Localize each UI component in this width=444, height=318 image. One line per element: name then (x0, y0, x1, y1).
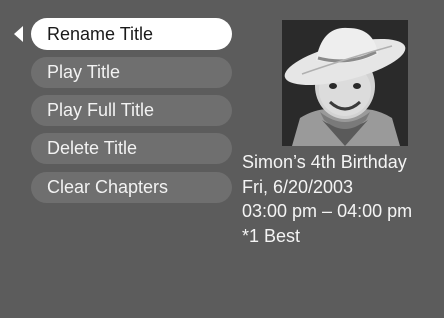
menu-item-play-title[interactable]: Play Title (31, 57, 232, 88)
title-time-range: 03:00 pm – 04:00 pm (242, 201, 413, 221)
selection-pointer-icon (14, 26, 23, 42)
menu-item-delete-title[interactable]: Delete Title (31, 133, 232, 164)
menu-item-play-full-title[interactable]: Play Full Title (31, 95, 232, 126)
title-details: Simon’s 4th Birthday Fri, 6/20/2003 03:0… (242, 150, 412, 248)
menu-item-rename-title[interactable]: Rename Title (31, 18, 232, 50)
title-date: Fri, 6/20/2003 (242, 176, 354, 197)
menu-item-clear-chapters[interactable]: Clear Chapters (31, 172, 232, 203)
title-name: Simon’s 4th Birthday (242, 152, 407, 172)
dvd-recorder-title-menu-screen: Rename Title Play Title Play Full Title … (0, 0, 444, 318)
title-thumbnail-image (282, 20, 408, 146)
title-recording-quality: *1 Best (242, 225, 301, 246)
title-options-menu: Rename Title Play Title Play Full Title … (0, 0, 240, 220)
